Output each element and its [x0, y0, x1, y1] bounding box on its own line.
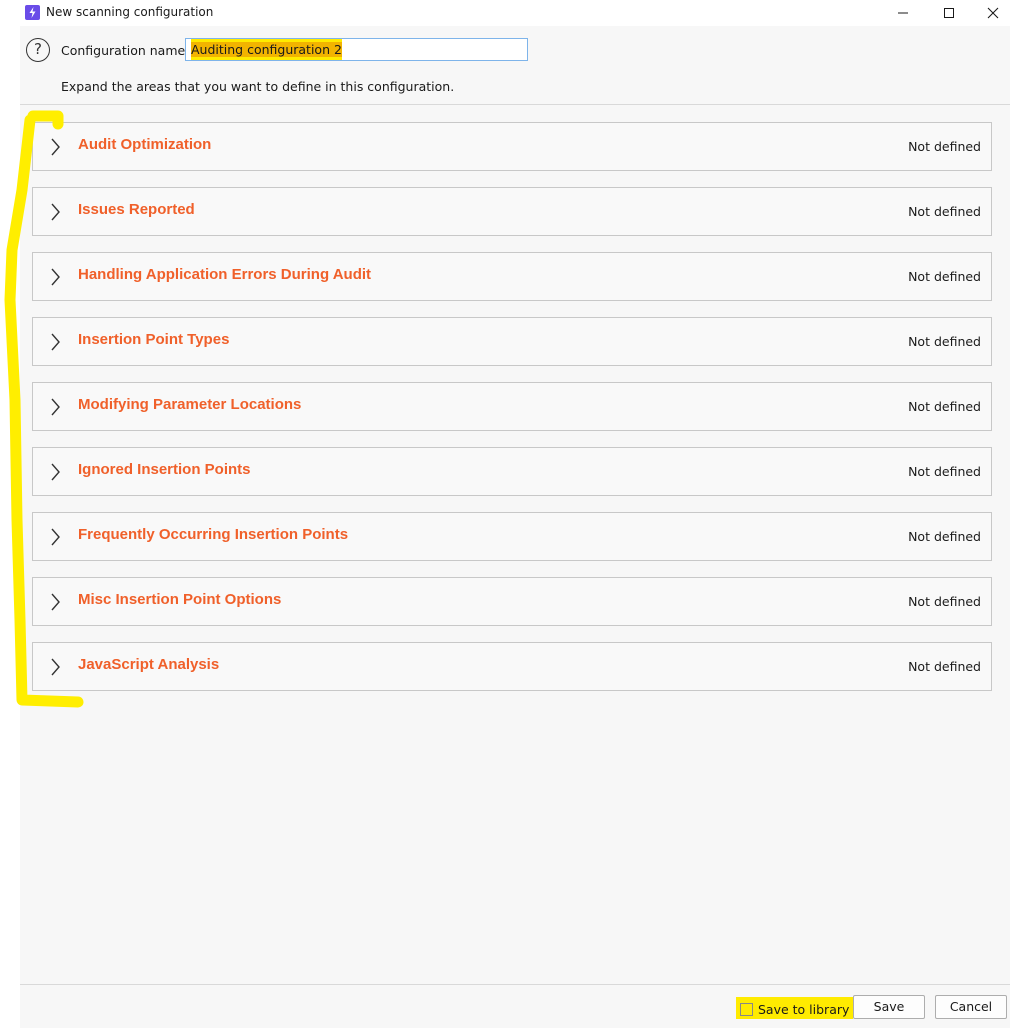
section-handling-application-errors[interactable]: Handling Application Errors During Audit…	[32, 252, 992, 301]
chevron-right-icon	[51, 333, 60, 351]
dialog-footer: Save to library Save Cancel	[20, 984, 1010, 1028]
section-ignored-insertion-points[interactable]: Ignored Insertion Points Not defined	[32, 447, 992, 496]
section-status: Not defined	[908, 139, 981, 154]
maximize-button[interactable]	[926, 0, 972, 26]
config-name-input[interactable]: Auditing configuration 2	[185, 38, 528, 61]
section-status: Not defined	[908, 659, 981, 674]
section-status: Not defined	[908, 464, 981, 479]
question-circle-icon[interactable]: ?	[26, 38, 50, 62]
scan-config-dialog: ? Configuration name: Auditing configura…	[20, 26, 1010, 1028]
chevron-right-icon	[51, 138, 60, 156]
section-status: Not defined	[908, 334, 981, 349]
chevron-right-icon	[51, 268, 60, 286]
section-misc-insertion-point-options[interactable]: Misc Insertion Point Options Not defined	[32, 577, 992, 626]
section-title: Ignored Insertion Points	[78, 461, 251, 478]
config-name-value: Auditing configuration 2	[191, 42, 342, 57]
close-button[interactable]	[970, 0, 1012, 26]
save-button[interactable]: Save	[853, 995, 925, 1019]
section-title: Misc Insertion Point Options	[78, 591, 282, 608]
chevron-right-icon	[51, 463, 60, 481]
save-to-library-label: Save to library	[758, 1002, 850, 1017]
section-issues-reported[interactable]: Issues Reported Not defined	[32, 187, 992, 236]
save-to-library-checkbox[interactable]: Save to library	[736, 997, 854, 1019]
burp-lightning-icon	[25, 5, 40, 20]
section-audit-optimization[interactable]: Audit Optimization Not defined	[32, 122, 992, 171]
section-title: Insertion Point Types	[78, 331, 230, 348]
section-status: Not defined	[908, 204, 981, 219]
chevron-right-icon	[51, 398, 60, 416]
chevron-right-icon	[51, 528, 60, 546]
section-insertion-point-types[interactable]: Insertion Point Types Not defined	[32, 317, 992, 366]
section-status: Not defined	[908, 529, 981, 544]
instructions-text: Expand the areas that you want to define…	[61, 79, 455, 94]
config-name-label: Configuration name:	[61, 43, 190, 58]
section-title: Handling Application Errors During Audit	[78, 266, 372, 283]
checkbox-box[interactable]	[740, 1003, 753, 1016]
section-status: Not defined	[908, 399, 981, 414]
cancel-button[interactable]: Cancel	[935, 995, 1007, 1019]
chevron-right-icon	[51, 658, 60, 676]
maximize-icon	[944, 8, 954, 18]
section-title: Frequently Occurring Insertion Points	[78, 526, 349, 543]
section-title: Audit Optimization	[78, 136, 212, 153]
close-icon	[987, 7, 999, 19]
window-titlebar: New scanning configuration	[0, 0, 1012, 26]
chevron-right-icon	[51, 203, 60, 221]
section-frequently-occurring-insertion-points[interactable]: Frequently Occurring Insertion Points No…	[32, 512, 992, 561]
config-header: ? Configuration name: Auditing configura…	[20, 26, 1010, 105]
window-title: New scanning configuration	[46, 5, 214, 19]
section-title: Modifying Parameter Locations	[78, 396, 302, 413]
section-title: Issues Reported	[78, 201, 195, 218]
section-title: JavaScript Analysis	[78, 656, 220, 673]
minimize-icon	[898, 12, 908, 14]
chevron-right-icon	[51, 593, 60, 611]
section-modifying-parameter-locations[interactable]: Modifying Parameter Locations Not define…	[32, 382, 992, 431]
section-javascript-analysis[interactable]: JavaScript Analysis Not defined	[32, 642, 992, 691]
section-status: Not defined	[908, 269, 981, 284]
minimize-button[interactable]	[880, 0, 926, 26]
section-status: Not defined	[908, 594, 981, 609]
